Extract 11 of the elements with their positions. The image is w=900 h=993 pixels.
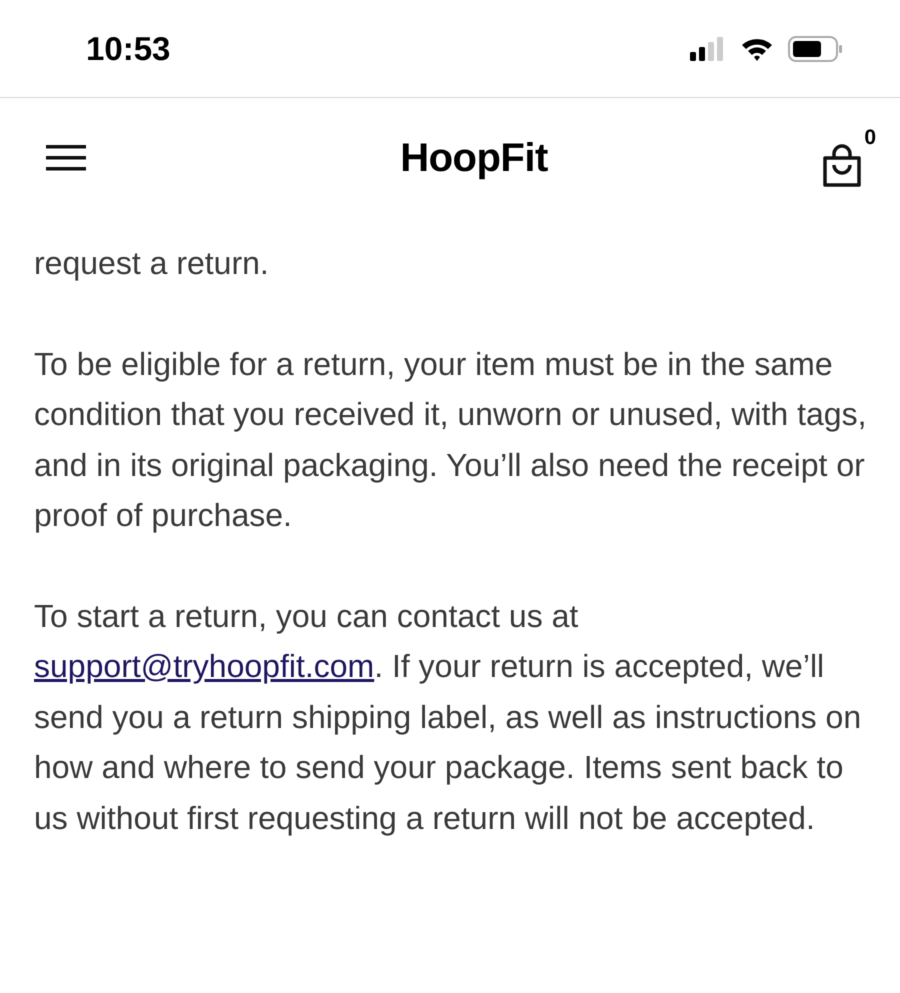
email-link[interactable]: support@tryhoopfit.com	[34, 648, 374, 684]
battery-icon	[788, 36, 844, 62]
paragraph: To start a return, you can contact us at support@tryhoopfit.com. If your return is accepted, we’ll send you a return shipping label, as well as instructions on how and where to send your package. Items sent back to us without first requesting a return will not be accepted.	[34, 596, 862, 838]
logo[interactable]: HoopFit	[400, 136, 548, 180]
status-time: 10:53	[86, 30, 170, 68]
paragraph: request a return.	[34, 244, 270, 283]
signal-icon	[690, 36, 726, 60]
shopping-bag-icon[interactable]	[822, 144, 862, 188]
paragraph: To be eligible for a return, your item must be in the same condition that you received it, unworn or unused, with tags, and in its original packaging. You’ll also need the receipt or proof of purchase.	[34, 344, 868, 535]
menu-icon[interactable]	[46, 145, 86, 171]
cart-count: 0	[864, 126, 876, 150]
